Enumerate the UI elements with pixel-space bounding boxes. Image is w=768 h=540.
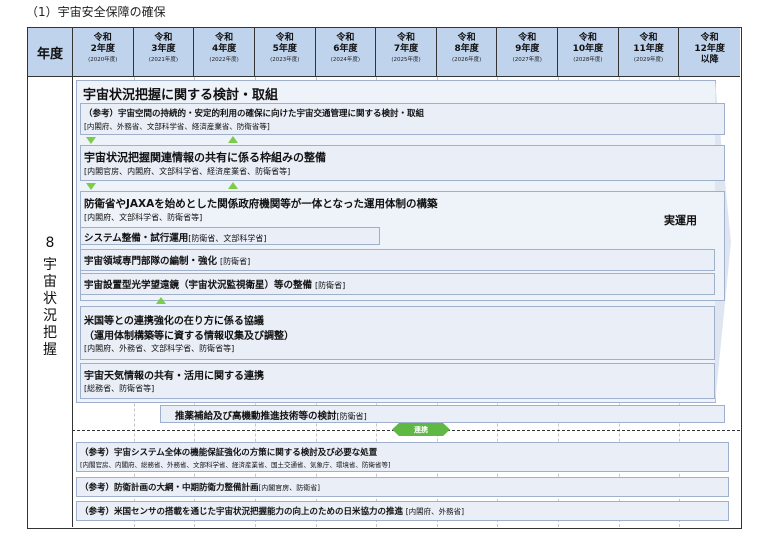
- year-header-cell: 令和 5年度 (2023年度): [255, 28, 316, 76]
- year-western: (2027年度): [512, 57, 542, 63]
- year-western: (2029年度): [633, 57, 664, 63]
- ref3-line: （参考）防衛計画の大綱・中期防衛力整備計画[内閣官房、防衛省]: [80, 481, 320, 493]
- arrow-down-icon: [86, 183, 96, 190]
- section-heading: （1）宇宙安全保障の確保: [26, 5, 166, 19]
- main-program-title: 宇宙状況把握に関する検討・取組: [83, 88, 279, 103]
- year-era: 令和: [275, 33, 294, 43]
- year-fiscal: 9年度: [515, 44, 540, 54]
- year-fiscal: 11年度: [633, 44, 664, 54]
- sys-line: システム整備・試行運用[防衛省、文部科学省]: [84, 230, 266, 244]
- sys-orgs: [防衛省、文部科学省]: [188, 234, 267, 243]
- prop-line: 推薬補給及び高機動推進技術等の検討[防衛省]: [175, 408, 367, 422]
- year-fiscal: 10年度: [572, 44, 604, 54]
- year-header-cell: 令和 11年度 (2029年度): [619, 28, 680, 76]
- year-era: 令和: [700, 33, 719, 43]
- category-label: 宇宙状況把握: [43, 257, 57, 358]
- year-header-cell: 令和 9年度 (2027年度): [497, 28, 559, 76]
- year-fiscal: 3年度: [151, 44, 176, 54]
- ref3-title: （参考）防衛計画の大綱・中期防衛力整備計画: [80, 483, 259, 493]
- unit-title: 宇宙領域専門部隊の編制・強化: [84, 256, 218, 267]
- share-orgs: [内閣官房、内閣府、文部科学省、経済産業省、防衛省等]: [84, 167, 291, 176]
- year-fiscal: 6年度: [333, 44, 358, 54]
- arrow-up-icon: [228, 136, 238, 143]
- ops-title: 防衛省やJAXAを始めとした関係政府機関等が一体となった運用体制の構築: [84, 198, 438, 210]
- tele-title: 宇宙設置型光学望遠鏡（宇宙状況監視衛星）等の整備: [84, 280, 313, 291]
- ref1-orgs: [内閣府、外務省、文部科学省、経済産業省、防衛省等]: [84, 122, 270, 131]
- year-header-cell: 令和 7年度 (2025年度): [376, 28, 437, 76]
- year-western: (2022年度): [209, 57, 239, 63]
- ref4-orgs: [内閣府、外務省]: [405, 507, 465, 516]
- year-western: (2021年度): [148, 57, 179, 63]
- year-era: 令和: [154, 33, 173, 43]
- year-era: 令和: [93, 33, 112, 43]
- arrow-down-icon: [86, 137, 96, 144]
- year-western: (2023年度): [270, 57, 300, 63]
- ref3-orgs: [内閣官房、防衛省]: [258, 484, 320, 492]
- year-fiscal: 12年度: [694, 44, 725, 54]
- ref1-title: （参考）宇宙空間の持続的・安定的利用の確保に向けた宇宙交通管理に関する検討・取組: [84, 109, 425, 119]
- year-fiscal: 5年度: [272, 44, 297, 54]
- year-western: (2025年度): [391, 57, 421, 63]
- wx-title: 宇宙天気情報の共有・活用に関する連携: [84, 371, 264, 382]
- us-title-line2: （運用体制構築等に資する情報収集及び調整）: [84, 331, 294, 342]
- side-category: 8 宇宙状況把握: [28, 77, 73, 527]
- ops-orgs: [内閣府、文部科学省、防衛省等]: [84, 213, 203, 222]
- year-header-cell: 令和 2年度 (2020年度): [73, 28, 134, 76]
- rendo-badge: 連携: [392, 423, 450, 436]
- ref4-line: （参考）米国センサの搭載を通じた宇宙状況把握能力の向上のための日米協力の推進 […: [80, 505, 464, 517]
- year-fiscal: 7年度: [393, 44, 419, 54]
- year-era: 令和: [336, 33, 355, 43]
- year-header-label: 年度: [28, 28, 73, 76]
- tele-line: 宇宙設置型光学望遠鏡（宇宙状況監視衛星）等の整備 [防衛省]: [84, 277, 345, 291]
- year-fiscal: 2年度: [90, 44, 115, 54]
- year-header-cell: 令和 12年度 以降: [679, 28, 740, 76]
- year-era: 令和: [578, 33, 597, 43]
- tele-orgs: [防衛省]: [315, 281, 346, 290]
- year-era: 令和: [215, 33, 234, 43]
- year-western: (2020年度): [88, 57, 118, 63]
- year-era: 令和: [639, 33, 658, 43]
- year-western: 以降: [700, 55, 719, 65]
- year-western: (2026年度): [451, 57, 482, 63]
- year-western: (2028年度): [573, 57, 603, 63]
- unit-orgs: [防衛省]: [220, 257, 251, 266]
- year-header-cell: 令和 8年度 (2026年度): [437, 28, 498, 76]
- wx-orgs: [総務省、防衛省等]: [84, 384, 155, 393]
- ref2-orgs: [内閣官房、内閣府、総務省、外務省、文部科学省、経済産業省、国土交通省、気象庁、…: [80, 461, 391, 469]
- ref4-title: （参考）米国センサの搭載を通じた宇宙状況把握能力の向上のための日米協力の推進: [80, 507, 404, 517]
- ref2-title: （参考）宇宙システム全体の機能保証強化の方策に関する検討及び必要な処置: [80, 448, 378, 458]
- year-era: 令和: [518, 33, 537, 43]
- year-era: 令和: [457, 33, 476, 43]
- year-western: (2024年度): [330, 57, 360, 63]
- category-number: 8: [45, 235, 55, 251]
- arrow-up-icon: [156, 297, 166, 304]
- jitsu-label: 実運用: [664, 214, 697, 227]
- prop-title: 推薬補給及び高機動推進技術等の検討: [175, 411, 337, 422]
- year-header-cell: 令和 6年度 (2024年度): [316, 28, 377, 76]
- share-title: 宇宙状況把握関連情報の共有に係る枠組みの整備: [84, 151, 326, 164]
- unit-line: 宇宙領域専門部隊の編制・強化 [防衛省]: [84, 253, 250, 267]
- year-header-cell: 令和 4年度 (2022年度): [194, 28, 255, 76]
- year-header-cell: 令和 10年度 (2028年度): [558, 28, 619, 76]
- year-fiscal: 4年度: [211, 44, 237, 54]
- sys-title: システム整備・試行運用: [84, 233, 189, 244]
- year-era: 令和: [396, 33, 415, 43]
- prop-orgs: [防衛省]: [336, 412, 367, 421]
- year-fiscal: 8年度: [454, 44, 479, 54]
- us-title-line1: 米国等との連携強化の在り方に係る協議: [84, 316, 264, 327]
- year-header-cell: 令和 3年度 (2021年度): [134, 28, 195, 76]
- us-orgs: [内閣府、外務省、文部科学省、防衛省等]: [84, 344, 235, 353]
- arrow-up-icon: [228, 182, 238, 189]
